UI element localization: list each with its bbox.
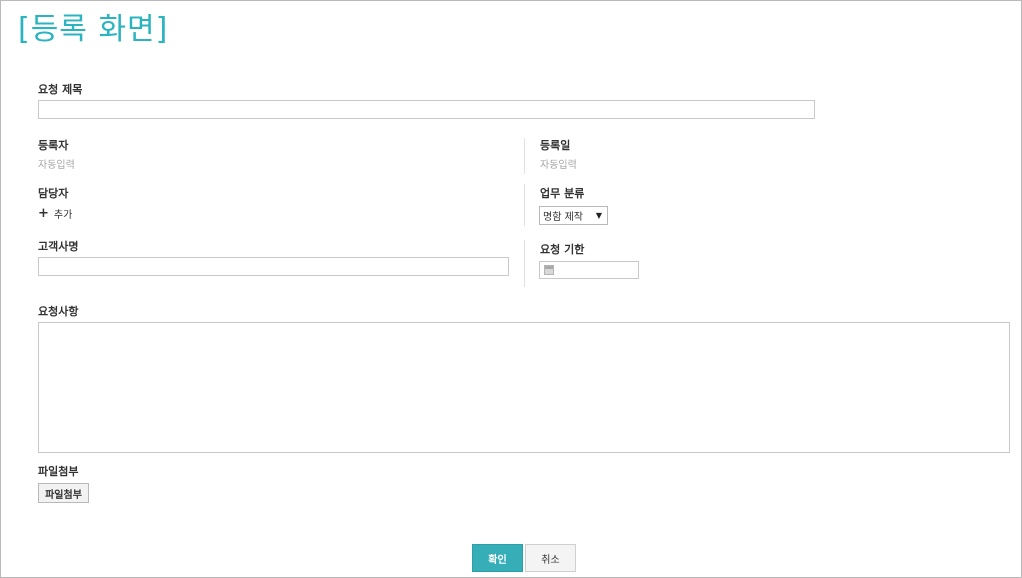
request-title-label: 요청 제목 <box>38 83 83 96</box>
column-divider <box>524 240 525 287</box>
registrant-value: 자동입력 <box>38 160 75 171</box>
customer-company-label: 고객사명 <box>38 240 79 253</box>
request-details-textarea[interactable] <box>38 322 1010 453</box>
request-details-label: 요청사항 <box>38 305 79 318</box>
column-divider <box>524 138 525 174</box>
registered-date-value: 자동입력 <box>540 160 577 171</box>
attach-file-button[interactable]: 파일첨부 <box>38 483 89 503</box>
request-deadline-label: 요청 기한 <box>540 243 585 256</box>
window-frame <box>0 0 1022 578</box>
work-category-select[interactable]: 명함 제작 ▼ <box>539 206 608 225</box>
confirm-button[interactable]: 확인 <box>472 544 523 572</box>
column-divider <box>524 184 525 226</box>
customer-company-input[interactable] <box>38 257 509 276</box>
request-title-input[interactable] <box>38 100 815 119</box>
add-assignee-button[interactable]: + 추가 <box>38 205 73 222</box>
dropdown-caret-icon: ▼ <box>595 211 602 220</box>
add-assignee-label: 추가 <box>53 210 73 221</box>
plus-icon: + <box>38 205 49 221</box>
calendar-icon[interactable] <box>544 265 554 275</box>
registered-date-label: 등록일 <box>540 139 571 152</box>
cancel-button[interactable]: 취소 <box>525 544 576 572</box>
assignee-label: 담당자 <box>38 187 69 200</box>
work-category-selected: 명함 제작 <box>543 212 583 223</box>
attachment-label: 파일첨부 <box>38 465 79 478</box>
page-title: [등록 화면] <box>18 12 169 47</box>
registrant-label: 등록자 <box>38 139 69 152</box>
work-category-label: 업무 분류 <box>540 187 585 200</box>
request-deadline-input[interactable] <box>539 261 639 279</box>
